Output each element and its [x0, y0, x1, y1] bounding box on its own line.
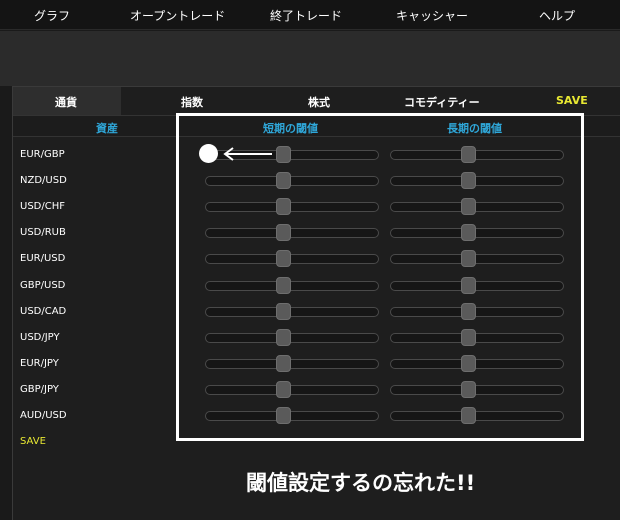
column-header-short-threshold: 短期の閾値: [263, 122, 318, 135]
asset-label: USD/RUB: [20, 227, 66, 238]
asset-label: NZD/USD: [20, 175, 67, 186]
long-threshold-slider-thumb[interactable]: [461, 172, 476, 189]
long-threshold-slider-thumb[interactable]: [461, 407, 476, 424]
long-threshold-slider-thumb[interactable]: [461, 329, 476, 346]
long-threshold-slider-track[interactable]: [390, 333, 564, 343]
long-threshold-slider-track[interactable]: [390, 307, 564, 317]
threshold-settings-panel: 通貨 指数 株式 コモディティー SAVE 資産 短期の閾値 長期の閾値 EUR…: [12, 86, 620, 520]
short-threshold-slider-track[interactable]: [205, 228, 379, 238]
short-threshold-slider-track[interactable]: [205, 254, 379, 264]
menu-item-open-trades[interactable]: オープントレード: [130, 7, 225, 24]
asset-label: AUD/USD: [20, 410, 67, 421]
long-threshold-slider-track[interactable]: [390, 359, 564, 369]
asset-label: EUR/USD: [20, 253, 66, 264]
short-threshold-slider-thumb[interactable]: [276, 224, 291, 241]
long-threshold-slider-track[interactable]: [390, 254, 564, 264]
tab-index[interactable]: 指数: [181, 94, 203, 110]
short-threshold-slider-thumb[interactable]: [276, 146, 291, 163]
menu-item-graph[interactable]: グラフ: [34, 7, 70, 24]
column-header-row: 資産 短期の閾値 長期の閾値: [13, 115, 620, 137]
annotation-cursor-dot: [199, 144, 218, 163]
long-threshold-slider-thumb[interactable]: [461, 250, 476, 267]
short-threshold-slider-track[interactable]: [205, 385, 379, 395]
long-threshold-slider-thumb[interactable]: [461, 224, 476, 241]
short-threshold-slider-track[interactable]: [205, 202, 379, 212]
short-threshold-slider-track[interactable]: [205, 176, 379, 186]
short-threshold-slider-thumb[interactable]: [276, 407, 291, 424]
menu-item-cashier[interactable]: キャッシャー: [396, 7, 468, 24]
long-threshold-slider-thumb[interactable]: [461, 303, 476, 320]
top-menu-bar: グラフ オープントレード 終了トレード キャッシャー ヘルプ: [0, 0, 620, 30]
short-threshold-slider-track[interactable]: [205, 333, 379, 343]
annotation-caption: 閾値設定するの忘れた!!: [246, 471, 476, 495]
tab-stocks[interactable]: 株式: [308, 94, 330, 110]
long-threshold-slider-track[interactable]: [390, 150, 564, 160]
header-band: [0, 31, 620, 86]
short-threshold-slider-thumb[interactable]: [276, 172, 291, 189]
long-threshold-slider-thumb[interactable]: [461, 277, 476, 294]
short-threshold-slider-thumb[interactable]: [276, 277, 291, 294]
category-tab-row: 通貨 指数 株式 コモディティー SAVE: [13, 87, 620, 115]
long-threshold-slider-track[interactable]: [390, 202, 564, 212]
long-threshold-slider-thumb[interactable]: [461, 381, 476, 398]
annotation-arrow-icon: [223, 147, 272, 161]
short-threshold-slider-track[interactable]: [205, 359, 379, 369]
asset-label: USD/CHF: [20, 201, 65, 212]
asset-label: EUR/JPY: [20, 358, 59, 369]
menu-item-help[interactable]: ヘルプ: [539, 7, 575, 24]
long-threshold-slider-track[interactable]: [390, 228, 564, 238]
short-threshold-slider-track[interactable]: [205, 411, 379, 421]
short-threshold-slider-thumb[interactable]: [276, 381, 291, 398]
asset-label: EUR/GBP: [20, 149, 65, 160]
short-threshold-slider-thumb[interactable]: [276, 303, 291, 320]
column-header-long-threshold: 長期の閾値: [447, 122, 502, 135]
short-threshold-slider-track[interactable]: [205, 281, 379, 291]
menu-item-closed-trades[interactable]: 終了トレード: [270, 7, 342, 24]
long-threshold-slider-track[interactable]: [390, 176, 564, 186]
tab-currency[interactable]: 通貨: [55, 94, 77, 110]
short-threshold-slider-thumb[interactable]: [276, 355, 291, 372]
long-threshold-slider-track[interactable]: [390, 385, 564, 395]
short-threshold-slider-thumb[interactable]: [276, 198, 291, 215]
short-threshold-slider-thumb[interactable]: [276, 250, 291, 267]
asset-label: GBP/JPY: [20, 384, 59, 395]
long-threshold-slider-track[interactable]: [390, 411, 564, 421]
long-threshold-slider-thumb[interactable]: [461, 146, 476, 163]
asset-label: USD/CAD: [20, 306, 67, 317]
short-threshold-slider-thumb[interactable]: [276, 329, 291, 346]
long-threshold-slider-track[interactable]: [390, 281, 564, 291]
long-threshold-slider-thumb[interactable]: [461, 198, 476, 215]
tab-commodities[interactable]: コモディティー: [404, 94, 480, 110]
long-threshold-slider-thumb[interactable]: [461, 355, 476, 372]
short-threshold-slider-track[interactable]: [205, 307, 379, 317]
asset-label: USD/JPY: [20, 332, 60, 343]
save-tab-button[interactable]: SAVE: [556, 94, 588, 107]
save-link[interactable]: SAVE: [20, 436, 46, 447]
asset-label: GBP/USD: [20, 280, 66, 291]
column-header-asset: 資産: [96, 122, 118, 135]
